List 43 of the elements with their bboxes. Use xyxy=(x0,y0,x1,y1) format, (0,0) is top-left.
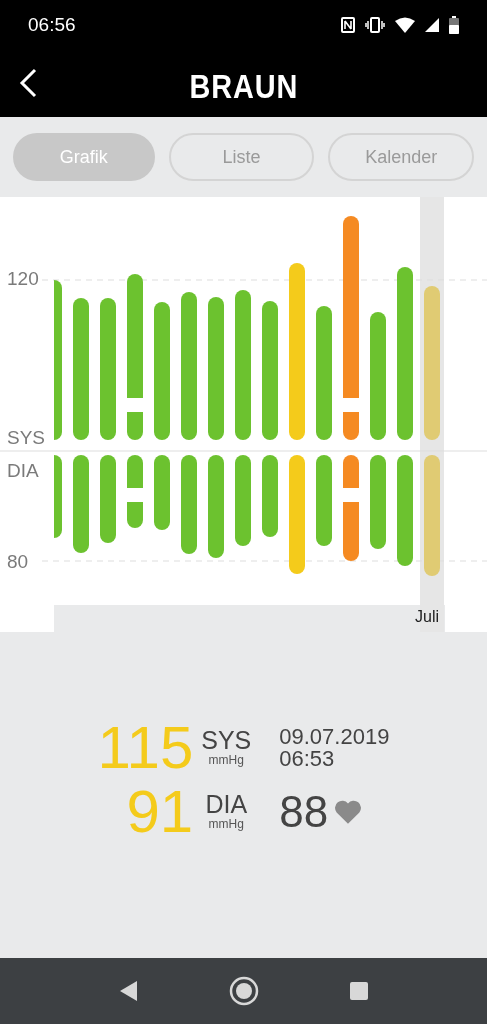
pressure-bar[interactable] xyxy=(397,267,413,566)
home-circle-icon xyxy=(228,976,259,1006)
systolic-label: SYS xyxy=(201,728,252,753)
pressure-bar[interactable] xyxy=(181,292,197,554)
pressure-bar[interactable] xyxy=(73,298,89,553)
view-tab[interactable]: Liste xyxy=(168,133,315,181)
heart-icon xyxy=(334,799,363,825)
month-label: Juli xyxy=(415,609,439,625)
axis-label: 120 xyxy=(7,269,39,288)
wifi-icon xyxy=(395,17,415,33)
axis-label: DIA xyxy=(7,461,39,480)
pressure-bar[interactable] xyxy=(54,280,62,538)
pressure-bar[interactable] xyxy=(316,306,332,546)
pressure-bar[interactable] xyxy=(127,274,143,528)
unit-label: mmHg xyxy=(208,817,244,832)
diastolic-label: DIA xyxy=(205,792,248,817)
back-icon xyxy=(18,68,38,98)
pressure-bar[interactable] xyxy=(208,297,224,558)
brand-logo: BRAUN xyxy=(189,68,298,103)
measurement-date: 09.07.2019 xyxy=(279,726,390,748)
signal-icon xyxy=(425,18,439,32)
diastolic-value: 91 xyxy=(126,782,194,842)
systolic-value: 115 xyxy=(97,718,194,778)
square-icon xyxy=(348,981,369,1001)
vibrate-icon xyxy=(365,17,385,33)
axis-label: SYS xyxy=(7,428,46,447)
battery-icon xyxy=(449,16,459,34)
pressure-bar[interactable] xyxy=(235,290,251,546)
measurement-time: 06:53 xyxy=(279,748,336,770)
pressure-bar[interactable] xyxy=(424,286,440,576)
unit-label: mmHg xyxy=(208,753,244,768)
status-time: 06:56 xyxy=(28,12,76,37)
nfc-icon xyxy=(341,17,355,33)
pressure-bar[interactable] xyxy=(370,312,386,549)
pulse-value: 88 xyxy=(279,790,329,834)
back-triangle-icon xyxy=(118,980,139,1002)
pressure-bar[interactable] xyxy=(154,302,170,530)
axis-label: 80 xyxy=(7,552,29,571)
pressure-bar[interactable] xyxy=(289,263,305,574)
pressure-bar[interactable] xyxy=(343,216,359,561)
pressure-bar[interactable] xyxy=(100,298,116,543)
pressure-bar[interactable] xyxy=(262,301,278,537)
view-tab[interactable]: Kalender xyxy=(328,133,474,181)
